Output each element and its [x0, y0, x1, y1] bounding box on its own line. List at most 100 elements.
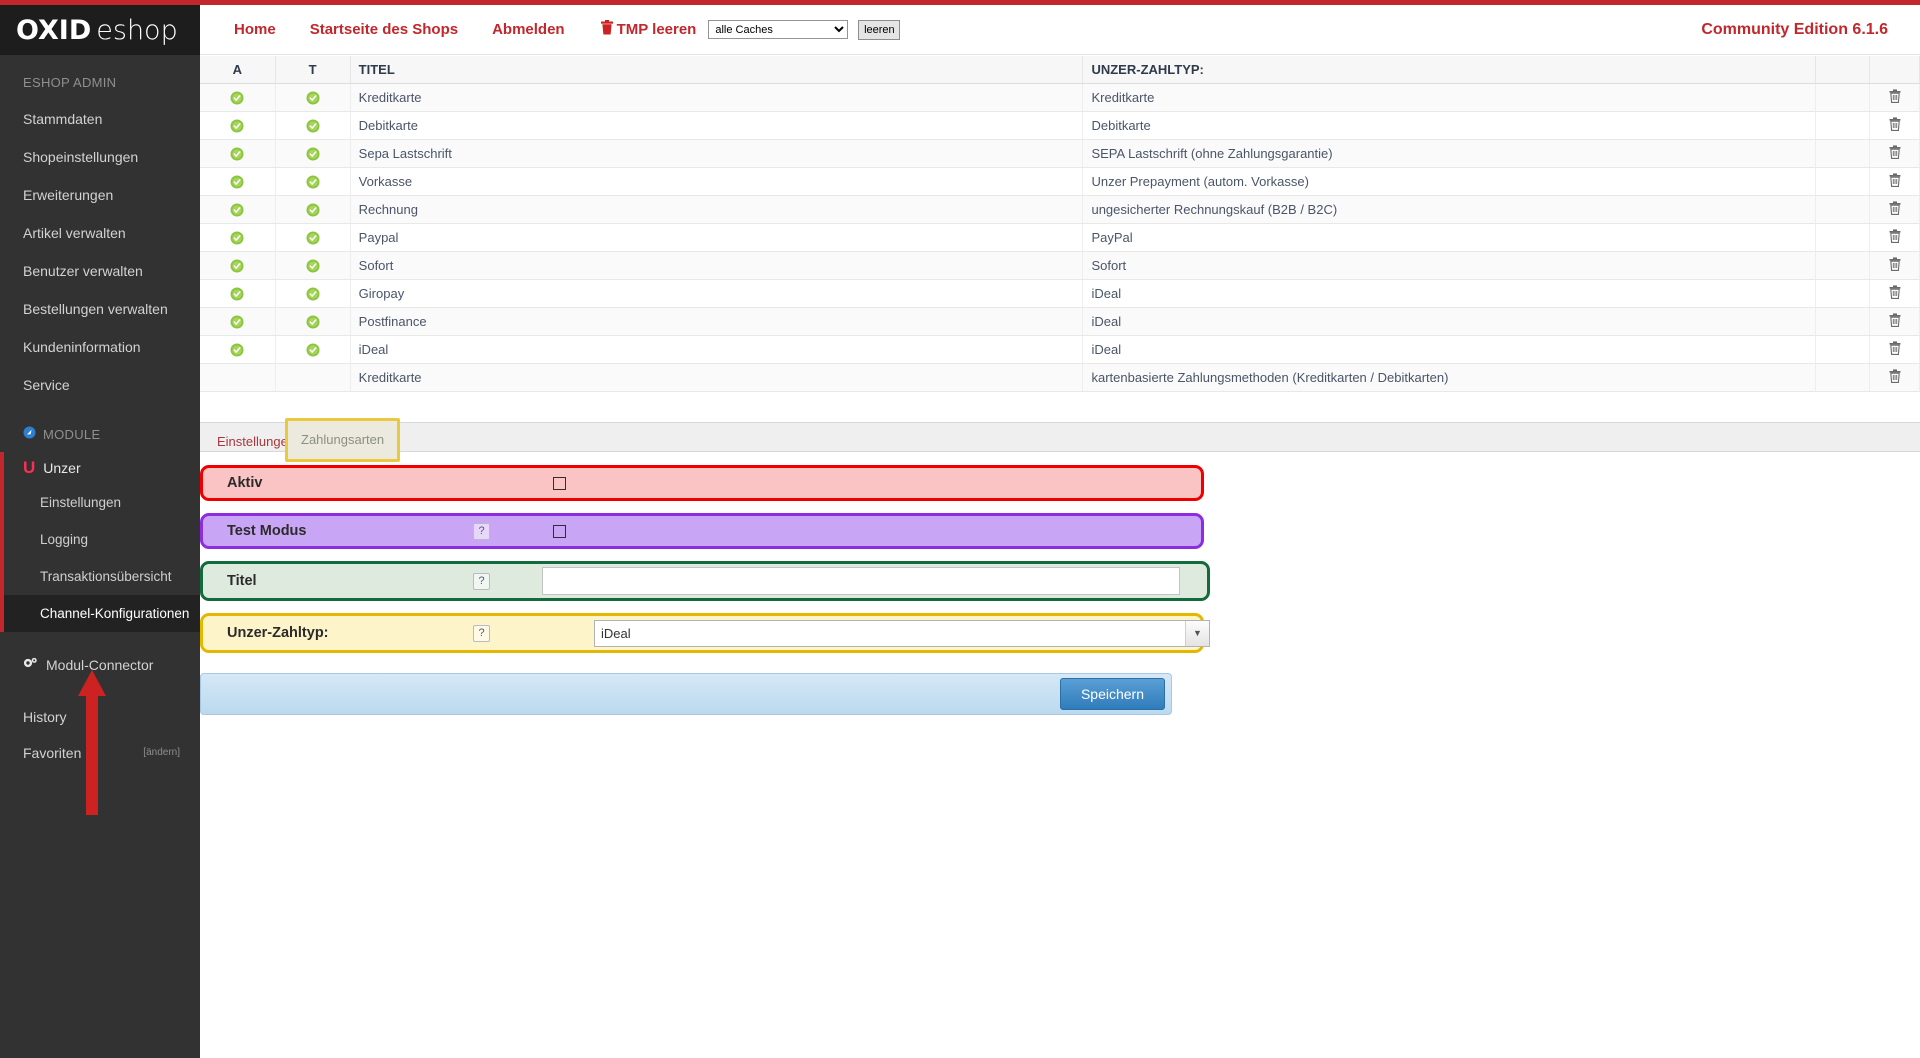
nav-home[interactable]: Home — [234, 21, 276, 38]
cell-active-flag[interactable] — [200, 224, 275, 252]
table-row[interactable]: DebitkarteDebitkarte — [200, 112, 1920, 140]
table-row[interactable]: PaypalPayPal — [200, 224, 1920, 252]
input-titel[interactable] — [542, 567, 1180, 595]
cell-titel[interactable]: Rechnung — [350, 196, 1083, 224]
cell-active-flag[interactable] — [200, 140, 275, 168]
cell-transaction-flag[interactable] — [275, 140, 350, 168]
cell-zahltyp[interactable]: kartenbasierte Zahlungsmethoden (Kreditk… — [1083, 364, 1816, 392]
help-icon-zahltyp[interactable]: ? — [473, 625, 490, 642]
checkbox-test-modus[interactable] — [553, 525, 566, 538]
cell-delete[interactable] — [1870, 112, 1920, 140]
cell-titel[interactable]: Giropay — [350, 280, 1083, 308]
trash-icon[interactable] — [1889, 313, 1901, 330]
cell-transaction-flag[interactable] — [275, 168, 350, 196]
checkbox-aktiv[interactable] — [553, 477, 566, 490]
table-row[interactable]: VorkasseUnzer Prepayment (autom. Vorkass… — [200, 168, 1920, 196]
cell-zahltyp[interactable]: Kreditkarte — [1083, 84, 1816, 112]
sidebar-item-shopeinstellungen[interactable]: Shopeinstellungen — [0, 138, 200, 176]
sidebar-item-favoriten[interactable]: Favoriten — [23, 745, 81, 761]
cell-active-flag[interactable] — [200, 84, 275, 112]
cell-titel[interactable]: Kreditkarte — [350, 364, 1083, 392]
cell-transaction-flag[interactable] — [275, 308, 350, 336]
cell-titel[interactable]: Sofort — [350, 252, 1083, 280]
cell-delete[interactable] — [1870, 224, 1920, 252]
nav-shop-frontpage[interactable]: Startseite des Shops — [310, 21, 458, 38]
cell-active-flag[interactable] — [200, 252, 275, 280]
cell-titel[interactable]: Paypal — [350, 224, 1083, 252]
sidebar-item-bestellungen-verwalten[interactable]: Bestellungen verwalten — [0, 290, 200, 328]
cell-transaction-flag[interactable] — [275, 252, 350, 280]
column-header-titel[interactable]: TITEL — [350, 56, 1083, 84]
cell-transaction-flag[interactable] — [275, 280, 350, 308]
table-row[interactable]: iDealiDeal — [200, 336, 1920, 364]
cell-titel[interactable]: Debitkarte — [350, 112, 1083, 140]
cell-titel[interactable]: iDeal — [350, 336, 1083, 364]
sidebar-item-logging[interactable]: Logging — [4, 521, 200, 558]
sidebar-item-service[interactable]: Service — [0, 366, 200, 404]
table-row[interactable]: GiropayiDeal — [200, 280, 1920, 308]
table-row[interactable]: KreditkarteKreditkarte — [200, 84, 1920, 112]
cell-delete[interactable] — [1870, 196, 1920, 224]
sidebar-item-erweiterungen[interactable]: Erweiterungen — [0, 176, 200, 214]
trash-icon[interactable] — [1889, 341, 1901, 358]
cell-zahltyp[interactable]: iDeal — [1083, 308, 1816, 336]
column-header-t[interactable]: T — [275, 56, 350, 84]
table-row[interactable]: Kreditkartekartenbasierte Zahlungsmethod… — [200, 364, 1920, 392]
cell-delete[interactable] — [1870, 168, 1920, 196]
cell-delete[interactable] — [1870, 252, 1920, 280]
cell-active-flag[interactable] — [200, 168, 275, 196]
logo[interactable]: OXID eshop — [0, 5, 200, 55]
sidebar-item-history[interactable]: History — [23, 709, 67, 725]
cell-delete[interactable] — [1870, 84, 1920, 112]
nav-tmp-clear[interactable]: TMP leeren — [601, 20, 697, 39]
cell-transaction-flag[interactable] — [275, 336, 350, 364]
cell-delete[interactable] — [1870, 364, 1920, 392]
cell-transaction-flag[interactable] — [275, 224, 350, 252]
cache-select[interactable]: alle Caches — [708, 20, 848, 39]
cell-delete[interactable] — [1870, 308, 1920, 336]
cell-zahltyp[interactable]: iDeal — [1083, 336, 1816, 364]
favoriten-aendern-link[interactable]: [ändern] — [143, 747, 180, 758]
help-icon-test-modus[interactable]: ? — [473, 523, 490, 540]
cell-titel[interactable]: Vorkasse — [350, 168, 1083, 196]
table-row[interactable]: Rechnungungesicherter Rechnungskauf (B2B… — [200, 196, 1920, 224]
sidebar-item-channel-konfigurationen[interactable]: Channel-Konfigurationen — [4, 595, 200, 632]
trash-icon[interactable] — [1889, 89, 1901, 106]
sidebar-item-stammdaten[interactable]: Stammdaten — [0, 100, 200, 138]
trash-icon[interactable] — [1889, 145, 1901, 162]
cell-active-flag[interactable] — [200, 280, 275, 308]
cell-active-flag[interactable] — [200, 112, 275, 140]
cell-transaction-flag[interactable] — [275, 196, 350, 224]
table-row[interactable]: SofortSofort — [200, 252, 1920, 280]
trash-icon[interactable] — [1889, 257, 1901, 274]
sidebar-item-kundeninformation[interactable]: Kundeninformation — [0, 328, 200, 366]
trash-icon[interactable] — [1889, 369, 1901, 386]
cell-delete[interactable] — [1870, 140, 1920, 168]
cell-active-flag[interactable] — [200, 336, 275, 364]
cell-active-flag[interactable] — [200, 196, 275, 224]
clear-cache-button[interactable]: leeren — [858, 20, 900, 40]
cell-titel[interactable]: Postfinance — [350, 308, 1083, 336]
cell-zahltyp[interactable]: Debitkarte — [1083, 112, 1816, 140]
cell-delete[interactable] — [1870, 336, 1920, 364]
cell-titel[interactable]: Kreditkarte — [350, 84, 1083, 112]
sidebar-item-benutzer-verwalten[interactable]: Benutzer verwalten — [0, 252, 200, 290]
sidebar-item-modul-connector[interactable]: Modul-Connector — [0, 644, 200, 685]
table-row[interactable]: Sepa LastschriftSEPA Lastschrift (ohne Z… — [200, 140, 1920, 168]
cell-zahltyp[interactable]: ungesicherter Rechnungskauf (B2B / B2C) — [1083, 196, 1816, 224]
trash-icon[interactable] — [1889, 173, 1901, 190]
cell-transaction-flag[interactable] — [275, 84, 350, 112]
table-row[interactable]: PostfinanceiDeal — [200, 308, 1920, 336]
trash-icon[interactable] — [1889, 285, 1901, 302]
cell-zahltyp[interactable]: Unzer Prepayment (autom. Vorkasse) — [1083, 168, 1816, 196]
cell-zahltyp[interactable]: SEPA Lastschrift (ohne Zahlungsgarantie) — [1083, 140, 1816, 168]
cell-titel[interactable]: Sepa Lastschrift — [350, 140, 1083, 168]
cell-zahltyp[interactable]: PayPal — [1083, 224, 1816, 252]
cell-transaction-flag[interactable] — [275, 364, 350, 392]
trash-icon[interactable] — [1889, 117, 1901, 134]
save-button[interactable]: Speichern — [1060, 678, 1165, 710]
sidebar-item-unzer[interactable]: U Unzer — [4, 452, 200, 484]
cell-zahltyp[interactable]: iDeal — [1083, 280, 1816, 308]
column-header-zahltyp[interactable]: UNZER-ZAHLTYP: — [1083, 56, 1816, 84]
cell-active-flag[interactable] — [200, 364, 275, 392]
